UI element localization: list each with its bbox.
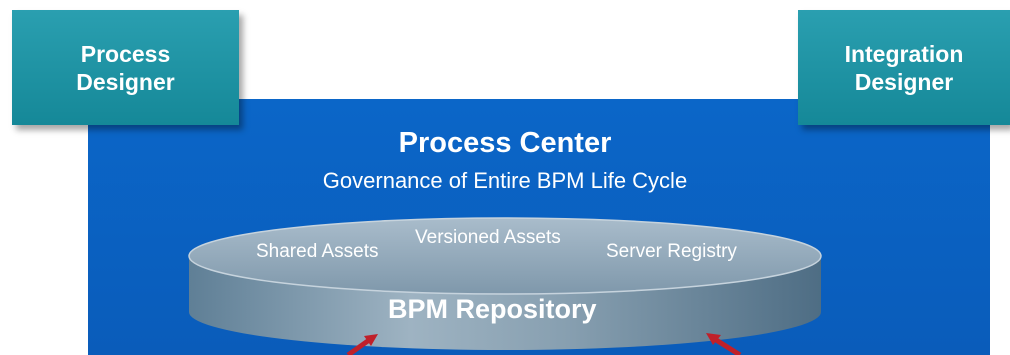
bpm-repository-title: BPM Repository (388, 294, 597, 324)
integration-designer-box: Integration Designer (798, 10, 1010, 125)
process-designer-box: Process Designer (12, 10, 239, 125)
versioned-assets-label: Versioned Assets (415, 227, 561, 248)
process-center-title: Process Center (398, 127, 612, 159)
process-center-subtitle: Governance of Entire BPM Life Cycle (322, 168, 688, 193)
server-registry-label: Server Registry (606, 241, 737, 262)
shared-assets-label: Shared Assets (256, 241, 379, 262)
